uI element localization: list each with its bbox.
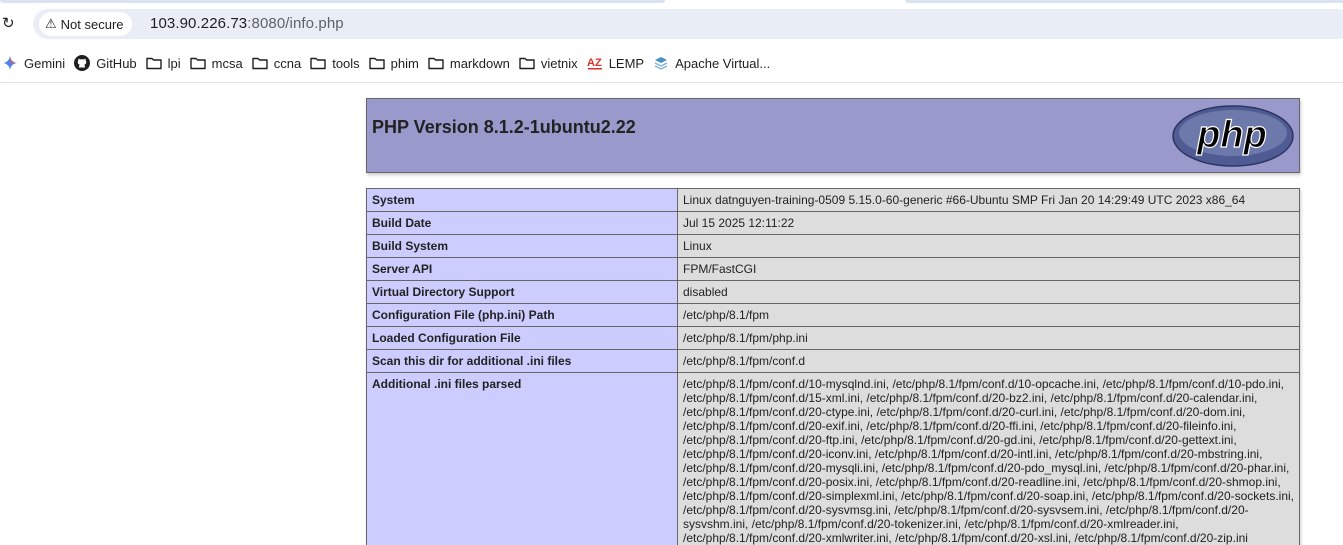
svg-text:AZ: AZ: [587, 57, 602, 69]
bookmark-apache-virtual[interactable]: Apache Virtual...: [651, 49, 777, 77]
row-value: Linux datnguyen-training-0509 5.15.0-60-…: [677, 188, 1300, 212]
folder-icon: [189, 55, 206, 71]
table-row: Build System Linux: [366, 234, 1300, 258]
table-row-ini-files: Additional .ini files parsed /etc/php/8.…: [366, 372, 1300, 545]
ini-line: /etc/php/8.1/fpm/conf.d/20-exif.ini, /et…: [683, 419, 1237, 433]
bookmark-github[interactable]: GitHub: [72, 49, 143, 77]
bookmark-folder-vietnix[interactable]: vietnix: [517, 49, 585, 77]
row-key: Additional .ini files parsed: [366, 372, 678, 545]
row-key: System: [366, 188, 678, 212]
table-row: Build Date Jul 15 2025 12:11:22: [366, 211, 1300, 235]
reload-icon[interactable]: ↻: [2, 15, 18, 31]
ini-line: /etc/php/8.1/fpm/conf.d/20-ctype.ini, /e…: [683, 405, 1246, 419]
bookmark-label: Apache Virtual...: [675, 55, 771, 71]
bookmark-gemini[interactable]: Gemini: [0, 49, 72, 77]
bookmark-label: markdown: [449, 55, 510, 71]
page-title: PHP Version 8.1.2-1ubuntu2.22: [372, 117, 636, 137]
security-chip[interactable]: ⚠ Not secure: [39, 12, 132, 36]
row-key: Virtual Directory Support: [366, 280, 678, 304]
layers-icon: [653, 55, 669, 71]
row-value: Jul 15 2025 12:11:22: [677, 211, 1300, 235]
url-path: :8080/info.php: [247, 15, 344, 32]
row-key: Build System: [366, 234, 678, 258]
security-chip-label: Not secure: [60, 16, 124, 32]
ini-line: /etc/php/8.1/fpm/conf.d/20-xmlwriter.ini…: [683, 531, 1248, 545]
row-key: Loaded Configuration File: [366, 326, 678, 350]
bookmark-folder-ccna[interactable]: ccna: [250, 49, 308, 77]
row-value: disabled: [677, 280, 1300, 304]
row-key: Server API: [366, 257, 678, 281]
folder-icon: [145, 55, 162, 71]
bookmark-label: tools: [332, 55, 360, 71]
ini-line: /etc/php/8.1/fpm/conf.d/20-posix.ini, /e…: [683, 475, 1281, 489]
tab-next-edge[interactable]: [905, 0, 1343, 3]
folder-icon: [252, 55, 268, 71]
ini-line: /etc/php/8.1/fpm/conf.d/20-sysvmsg.ini, …: [683, 503, 1249, 517]
table-row: System Linux datnguyen-training-0509 5.1…: [366, 188, 1300, 212]
bookmark-label: Gemini: [24, 55, 66, 71]
az-logo-icon: AZ: [587, 55, 603, 71]
table-row: Configuration File (php.ini) Path /etc/p…: [366, 303, 1300, 327]
bookmark-lemp[interactable]: AZ LEMP: [585, 49, 651, 77]
ini-line: sysvshm.ini, /etc/php/8.1/fpm/conf.d/20-…: [683, 517, 1179, 531]
gemini-icon: [2, 55, 18, 71]
bookmark-folder-mcsa[interactable]: mcsa: [188, 49, 250, 77]
bookmark-label: phim: [390, 55, 419, 71]
bookmark-label: LEMP: [608, 55, 645, 71]
tab-active-edge[interactable]: [0, 0, 665, 3]
bookmark-folder-markdown[interactable]: markdown: [426, 49, 517, 77]
row-value: /etc/php/8.1/fpm/conf.d: [677, 349, 1300, 373]
github-icon: [74, 55, 91, 71]
url-host: 103.90.226.73: [150, 15, 248, 32]
table-row: Scan this dir for additional .ini files …: [366, 349, 1300, 373]
bookmark-folder-tools[interactable]: tools: [308, 49, 366, 77]
ini-line: /etc/php/8.1/fpm/conf.d/20-iconv.ini, /e…: [683, 447, 1263, 461]
table-row: Loaded Configuration File /etc/php/8.1/f…: [366, 326, 1300, 350]
phpinfo-table: System Linux datnguyen-training-0509 5.1…: [366, 188, 1300, 545]
bookmark-folder-lpi[interactable]: lpi: [144, 49, 188, 77]
bookmark-folder-phim[interactable]: phim: [367, 49, 426, 77]
phpinfo-header: PHP Version 8.1.2-1ubuntu2.22 php: [366, 98, 1300, 173]
row-key: Configuration File (php.ini) Path: [366, 303, 678, 327]
table-row: Server API FPM/FastCGI: [366, 257, 1300, 281]
row-value: FPM/FastCGI: [677, 257, 1300, 281]
bookmarks-bar: Gemini GitHub lpi mcsa ccna tools phim m…: [0, 44, 1343, 83]
row-key: Scan this dir for additional .ini files: [366, 349, 678, 373]
ini-line: /etc/php/8.1/fpm/conf.d/15-xml.ini, /etc…: [683, 391, 1258, 405]
ini-line: /etc/php/8.1/fpm/conf.d/20-ftp.ini, /etc…: [683, 433, 1237, 447]
ini-line: /etc/php/8.1/fpm/conf.d/20-simplexml.ini…: [683, 489, 1294, 503]
phpinfo-container: PHP Version 8.1.2-1ubuntu2.22 php System…: [366, 98, 1300, 545]
bookmark-label: GitHub: [96, 55, 137, 71]
bookmark-label: mcsa: [211, 55, 243, 71]
bookmark-label: ccna: [273, 55, 302, 71]
bookmark-label: vietnix: [540, 55, 578, 71]
table-row: Virtual Directory Support disabled: [366, 280, 1300, 304]
folder-icon: [310, 55, 326, 71]
folder-icon: [428, 55, 444, 71]
bookmark-label: lpi: [167, 55, 181, 71]
browser-toolbar: ↻ ⚠ Not secure 103.90.226.73:8080/info.p…: [0, 4, 1343, 44]
php-logo[interactable]: php: [1172, 105, 1294, 172]
row-value: /etc/php/8.1/fpm: [677, 303, 1300, 327]
folder-icon: [368, 55, 385, 71]
ini-line: /etc/php/8.1/fpm/conf.d/20-mysqli.ini, /…: [683, 461, 1290, 475]
folder-icon: [519, 55, 535, 71]
page-content: PHP Version 8.1.2-1ubuntu2.22 php System…: [0, 83, 1343, 545]
url-text[interactable]: 103.90.226.73:8080/info.php: [150, 15, 344, 32]
row-value-ini-list: /etc/php/8.1/fpm/conf.d/10-mysqlnd.ini, …: [677, 372, 1300, 545]
warning-triangle-icon: ⚠: [45, 16, 57, 32]
row-value: /etc/php/8.1/fpm/php.ini: [677, 326, 1300, 350]
php-logo-text: php: [1196, 114, 1267, 156]
address-bar[interactable]: ⚠ Not secure 103.90.226.73:8080/info.php: [33, 9, 1343, 39]
ini-line: /etc/php/8.1/fpm/conf.d/10-mysqlnd.ini, …: [683, 377, 1285, 391]
row-key: Build Date: [366, 211, 678, 235]
row-value: Linux: [677, 234, 1300, 258]
